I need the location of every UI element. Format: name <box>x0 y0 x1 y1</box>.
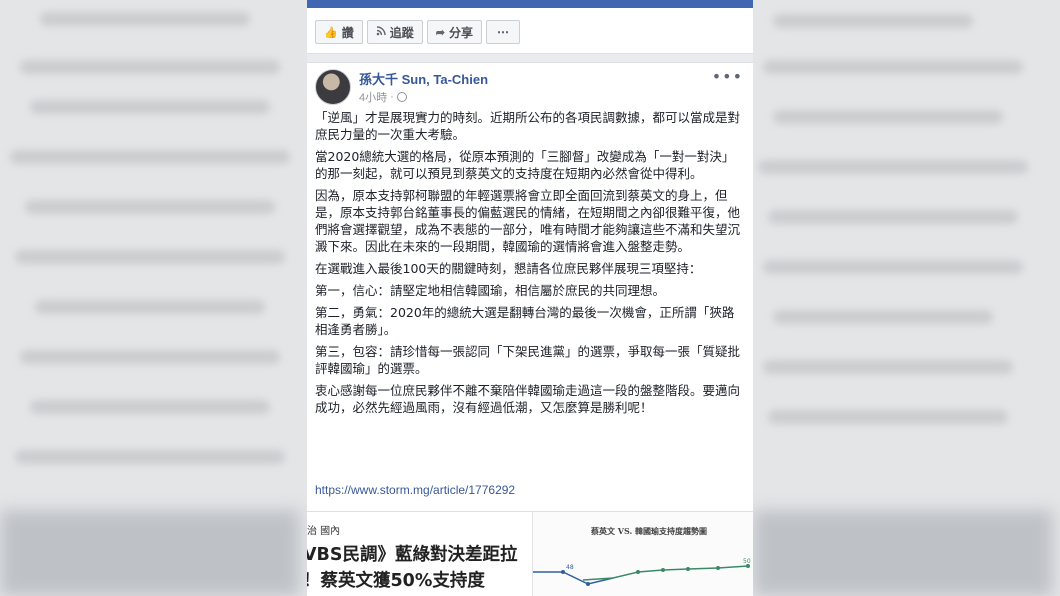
preview-headline-line: VBS民調》藍綠對決差距拉 <box>307 545 518 565</box>
chart-point <box>586 582 590 586</box>
article-link[interactable]: https://www.storm.mg/article/1776292 <box>315 483 515 497</box>
preview-chart-graphic: 48 50 <box>533 558 751 586</box>
globe-icon[interactable] <box>396 92 407 102</box>
post-paragraph: 當2020總統大選的格局，從原本預測的「三腳督」改變成為「一對一對決」的那一刻起… <box>315 149 735 181</box>
avatar[interactable] <box>315 69 351 105</box>
chart-point <box>716 566 720 570</box>
preview-category: 治 國內 <box>307 526 341 537</box>
blurred-background-right <box>753 0 1060 596</box>
link-preview[interactable]: 治 國內 VBS民調》藍綠對決差距拉 ！蔡英文獲50%支持度 蔡英文 VS. 韓… <box>307 511 753 596</box>
post-paragraph: 因為，原本支持郭柯聯盟的年輕選票將會立即全面回流到蔡英文的身上，但是，原本支持郭… <box>315 188 741 254</box>
preview-article-image: 治 國內 VBS民調》藍綠對決差距拉 ！蔡英文獲50%支持度 <box>307 512 529 596</box>
share-arrow-icon: ➦ <box>435 26 445 39</box>
action-button-row: 👍 讚 追蹤 ➦ 分享 ⋯ <box>315 20 524 44</box>
follow-label: 追蹤 <box>389 25 414 40</box>
share-label: 分享 <box>448 25 473 40</box>
chart-series-green <box>582 565 749 581</box>
post-paragraph: 第二，勇氣：2020年的總統大選是翻轉台灣的最後一次機會，正所謂「狹路相逢勇者勝… <box>315 305 735 337</box>
facebook-post: 孫大千 Sun, Ta-Chien 4小時 · ••• 「逆風」才是展現實力的時… <box>307 62 753 596</box>
post-paragraph: 衷心感謝每一位庶民夥伴不離不棄陪伴韓國瑜走過這一段的盤整階段。要邁向成功，必然先… <box>315 383 741 415</box>
chart-point <box>686 567 690 571</box>
chart-point <box>561 570 565 574</box>
facebook-top-bar <box>307 0 753 8</box>
post-paragraph: 「逆風」才是展現實力的時刻。近期所公布的各項民調數據，都可以當成是對庶民力量的一… <box>315 110 741 142</box>
blurred-background-left <box>0 0 307 596</box>
post-author-name[interactable]: 孫大千 Sun, Ta-Chien <box>359 69 488 88</box>
chart-data-label: 48 <box>566 564 574 571</box>
preview-chart-image: 蔡英文 VS. 韓國瑜支持度趨勢圖 48 50 <box>532 512 753 596</box>
thumbs-up-icon: 👍 <box>324 26 338 39</box>
preview-headline-line: ！蔡英文獲50%支持度 <box>307 571 485 591</box>
post-paragraph: 在選戰進入最後100天的關鍵時刻，懇請各位庶民夥伴展現三項堅持： <box>315 261 702 276</box>
meta-separator: · <box>390 91 394 103</box>
rss-icon <box>376 25 386 39</box>
chart-series-blue <box>533 571 614 585</box>
post-timestamp[interactable]: 4小時 <box>359 89 387 105</box>
more-icon: ⋯ <box>496 25 509 39</box>
chart-data-label: 50 <box>743 558 751 565</box>
chart-point <box>661 568 665 572</box>
facebook-feed-column: 👍 讚 追蹤 ➦ 分享 ⋯ 孫大千 Sun, Ta-Chien 4小時 · ••… <box>307 0 753 596</box>
post-paragraph: 第一，信心：請堅定地相信韓國瑜，相信屬於庶民的共同理想。 <box>315 283 666 298</box>
like-button[interactable]: 👍 讚 <box>315 20 363 44</box>
post-body: 「逆風」才是展現實力的時刻。近期所公布的各項民調數據，都可以當成是對庶民力量的一… <box>315 109 745 421</box>
preview-chart-title: 蔡英文 VS. 韓國瑜支持度趨勢圖 <box>591 526 708 536</box>
share-button[interactable]: ➦ 分享 <box>426 20 482 44</box>
preview-headline: VBS民調》藍綠對決差距拉 ！蔡英文獲50%支持度 <box>307 542 529 594</box>
follow-button[interactable]: 追蹤 <box>366 20 423 44</box>
post-paragraph: 第三，包容：請珍惜每一張認同「下架民進黨」的選票，爭取每一張「質疑批評韓國瑜」的… <box>315 344 741 376</box>
more-options-button[interactable]: ⋯ <box>485 20 520 44</box>
post-meta: 4小時 · <box>359 89 407 105</box>
post-menu-icon[interactable]: ••• <box>712 67 743 86</box>
like-label: 讚 <box>341 25 354 40</box>
previous-post-actions: 👍 讚 追蹤 ➦ 分享 ⋯ <box>307 8 753 54</box>
chart-point <box>636 570 640 574</box>
